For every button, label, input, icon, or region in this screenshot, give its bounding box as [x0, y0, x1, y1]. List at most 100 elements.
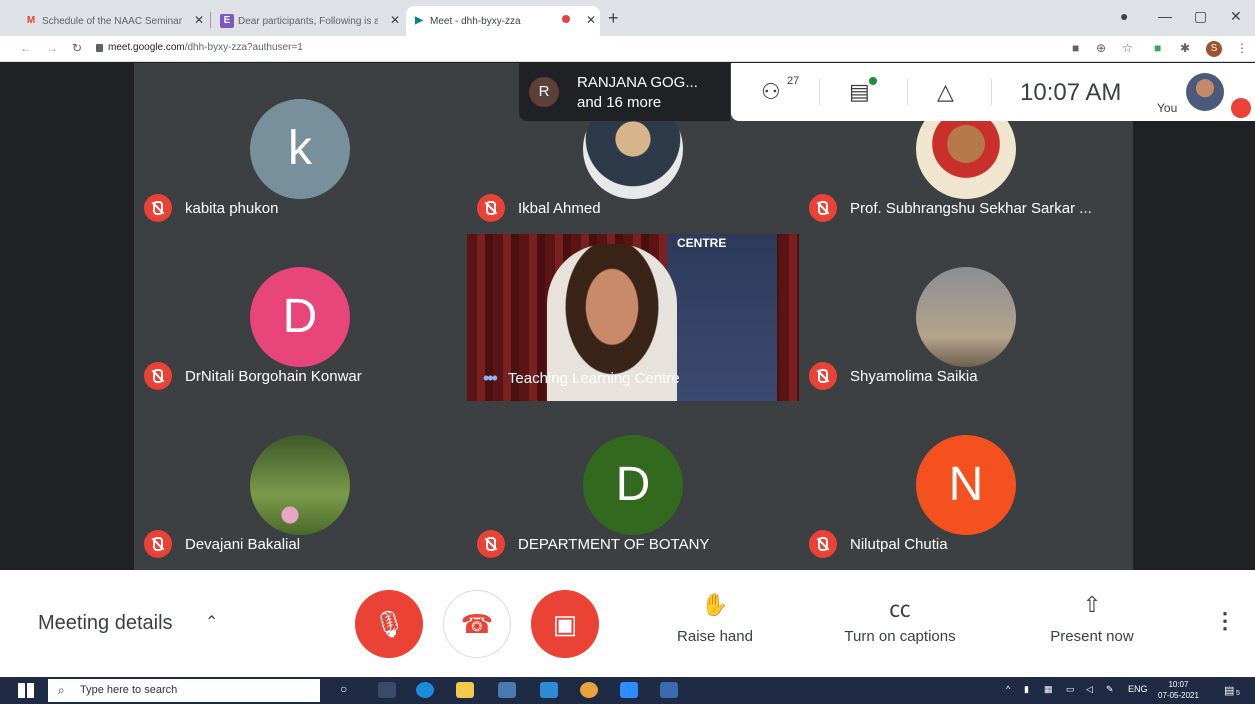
- tray-volume-icon[interactable]: ◁: [1086, 684, 1093, 695]
- raise-hand-button[interactable]: ✋ Raise hand: [670, 592, 760, 645]
- tray-battery-icon[interactable]: ▭: [1066, 684, 1075, 695]
- file-explorer-icon[interactable]: [456, 682, 474, 698]
- mail-icon[interactable]: [540, 682, 558, 698]
- photos-icon[interactable]: [660, 682, 678, 698]
- recording-icon: [562, 15, 570, 23]
- search-icon: ⌕: [58, 683, 65, 697]
- extension-icon[interactable]: ■: [1154, 41, 1161, 55]
- zoom-icon[interactable]: ⊕: [1096, 41, 1106, 55]
- windows-start-icon[interactable]: [18, 683, 34, 698]
- tab-divider: [210, 12, 211, 28]
- activities-icon[interactable]: △: [937, 79, 954, 105]
- back-icon[interactable]: ←: [20, 41, 32, 55]
- mic-off-icon: [477, 530, 505, 558]
- self-label: You: [1157, 101, 1178, 115]
- minimize-button[interactable]: —: [1158, 8, 1172, 24]
- mic-toggle-button[interactable]: 🎙: [355, 590, 423, 658]
- notification-icon[interactable]: ▤: [1224, 684, 1234, 697]
- edge-icon[interactable]: [416, 682, 434, 698]
- mic-off-icon: [144, 194, 172, 222]
- doc-icon: E: [220, 14, 234, 28]
- captions-icon: ㏄: [888, 597, 911, 622]
- present-icon: ⇧: [1082, 592, 1102, 617]
- chrome-icon[interactable]: [580, 682, 598, 698]
- tab-dear-participants[interactable]: E Dear participants, Following is at ✕: [214, 6, 404, 36]
- tray-pen-icon[interactable]: ✎: [1106, 684, 1114, 695]
- store-icon[interactable]: [498, 682, 516, 698]
- presenter-indicator[interactable]: R RANJANA GOG... and 16 more: [519, 63, 730, 121]
- camera-icon[interactable]: ■: [1072, 41, 1079, 55]
- close-tab-icon[interactable]: ✕: [390, 13, 400, 27]
- participant-label: Devajani Bakalial: [144, 529, 300, 559]
- profile-avatar[interactable]: S: [1206, 41, 1222, 57]
- speaking-indicator-icon: •••: [483, 368, 498, 388]
- tray-chevron-icon[interactable]: ^: [1006, 684, 1010, 694]
- tab-schedule[interactable]: M Schedule of the NAAC Seminar ✕: [18, 6, 208, 36]
- task-view-icon[interactable]: [378, 682, 396, 698]
- windows-taskbar: ⌕ Type here to search ○ ^ ▮ ▦ ▭ ◁ ✎ ENG …: [0, 677, 1255, 704]
- camera-toggle-button[interactable]: ▣: [531, 590, 599, 658]
- reload-icon[interactable]: ↻: [72, 41, 82, 55]
- input-language[interactable]: ENG: [1128, 684, 1148, 694]
- camera-off-icon: ▣: [552, 608, 578, 639]
- new-tab-button[interactable]: +: [608, 8, 619, 29]
- participant-label: Ikbal Ahmed: [477, 193, 601, 223]
- chat-badge: [869, 77, 877, 85]
- zoom-app-icon[interactable]: [620, 682, 638, 698]
- cortana-icon[interactable]: ○: [340, 682, 358, 698]
- participant-label: DEPARTMENT OF BOTANY: [477, 529, 709, 559]
- taskbar-search-input[interactable]: ⌕ Type here to search: [48, 679, 320, 702]
- tray-usb-icon[interactable]: ▮: [1024, 684, 1029, 695]
- captions-button[interactable]: ㏄ Turn on captions: [830, 592, 970, 645]
- screen: M Schedule of the NAAC Seminar ✕ E Dear …: [0, 0, 1255, 704]
- mic-off-icon: [809, 362, 837, 390]
- close-tab-icon[interactable]: ✕: [194, 13, 204, 27]
- tab-meet[interactable]: ▶ Meet - dhh-byxy-zza ✕: [406, 6, 600, 36]
- extensions-puzzle-icon[interactable]: ✱: [1180, 41, 1190, 55]
- meeting-details-button[interactable]: Meeting details: [38, 612, 173, 635]
- present-now-button[interactable]: ⇧ Present now: [1040, 592, 1144, 645]
- close-tab-icon[interactable]: ✕: [586, 13, 596, 27]
- participant-label: kabita phukon: [144, 193, 278, 223]
- forward-icon[interactable]: →: [46, 41, 58, 55]
- participant-photo: [916, 267, 1016, 367]
- divider: [991, 79, 992, 105]
- participant-video[interactable]: CENTRE ••• Teaching Learning Centre: [467, 234, 799, 401]
- mic-off-icon: 🎙: [372, 608, 406, 639]
- tray-network-icon[interactable]: ▦: [1044, 684, 1053, 695]
- meet-icon: ▶: [415, 15, 423, 26]
- hang-up-icon: ☎: [460, 608, 494, 639]
- self-mic-off-icon: [1231, 98, 1251, 118]
- participant-label: Shyamolima Saikia: [809, 361, 978, 391]
- hand-icon: ✋: [701, 592, 729, 617]
- participant-avatar: D: [583, 435, 683, 535]
- self-avatar[interactable]: [1186, 73, 1224, 111]
- participant-avatar: N: [916, 435, 1016, 535]
- url-field[interactable]: meet.google.com/dhh-byxy-zza?authuser=1: [108, 42, 303, 53]
- browser-tab-strip: M Schedule of the NAAC Seminar ✕ E Dear …: [0, 0, 1255, 36]
- browser-menu-icon[interactable]: ⋮: [1236, 41, 1248, 55]
- mic-off-icon: [477, 194, 505, 222]
- taskbar-clock[interactable]: 10:07 07-05-2021: [1158, 679, 1199, 701]
- participant-label: Prof. Subhrangshu Sekhar Sarkar ...: [809, 193, 1092, 223]
- notification-count: 5: [1236, 690, 1240, 697]
- participant-photo: [250, 435, 350, 535]
- leave-call-button[interactable]: ☎: [443, 590, 511, 658]
- close-window-button[interactable]: ✕: [1230, 8, 1242, 25]
- meeting-info-bar: ⚇ 27 ▤ △ 10:07 AM You: [731, 63, 1255, 121]
- maximize-button[interactable]: ▢: [1194, 8, 1207, 25]
- chevron-up-icon[interactable]: ⌃: [205, 612, 218, 632]
- presenter-avatar: R: [529, 77, 559, 107]
- address-bar: ← → ↻ meet.google.com/dhh-byxy-zza?authu…: [0, 36, 1255, 62]
- people-count: 27: [787, 75, 800, 87]
- video-banner: [667, 234, 777, 401]
- participant-label: ••• Teaching Learning Centre: [483, 368, 680, 388]
- mic-off-icon: [809, 194, 837, 222]
- people-icon[interactable]: ⚇: [761, 79, 781, 105]
- bookmark-star-icon[interactable]: ☆: [1122, 41, 1133, 55]
- more-options-icon[interactable]: ⋮: [1214, 608, 1236, 634]
- meeting-clock: 10:07 AM: [1020, 79, 1122, 106]
- divider: [907, 79, 908, 105]
- account-icon[interactable]: ●: [1120, 8, 1128, 24]
- chat-icon[interactable]: ▤: [849, 79, 870, 105]
